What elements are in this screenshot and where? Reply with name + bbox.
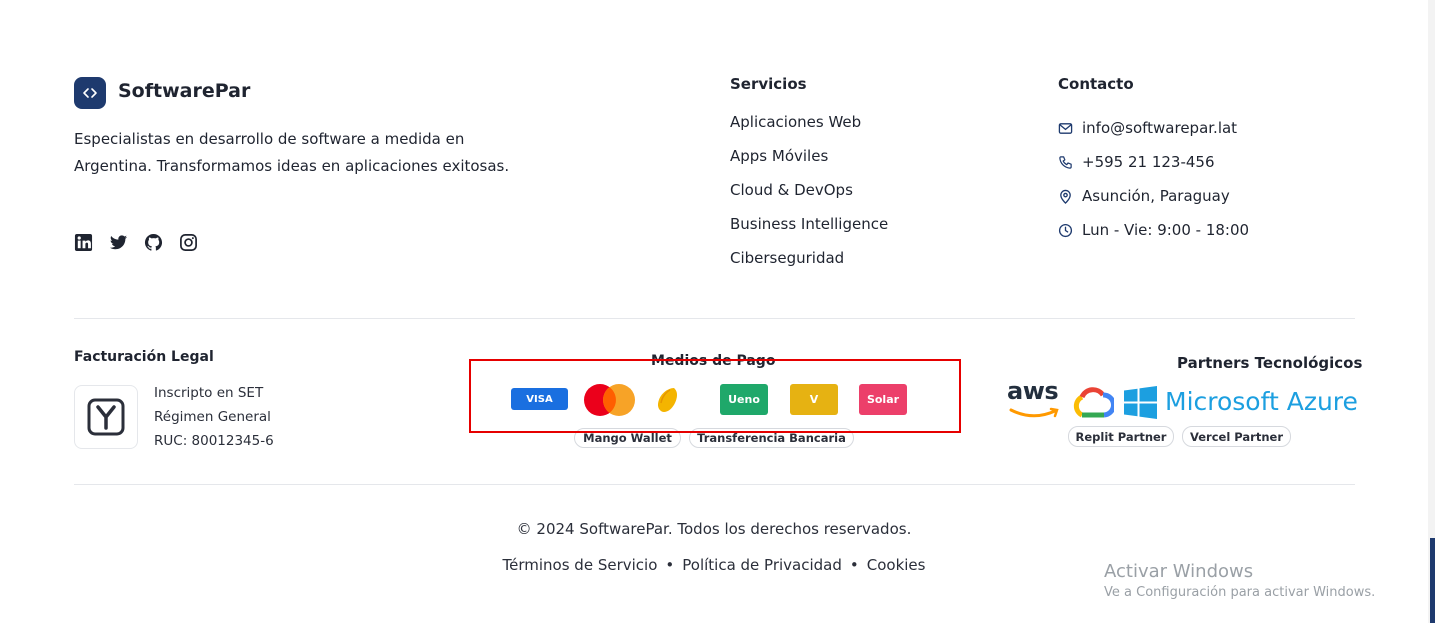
brand-logo[interactable] xyxy=(74,77,106,109)
terms-link[interactable]: Términos de Servicio xyxy=(503,556,658,574)
contact-hours: Lun - Vie: 9:00 - 18:00 xyxy=(1058,213,1249,247)
billing-line: Inscripto en SET xyxy=(154,385,264,401)
divider-bottom xyxy=(74,484,1355,485)
contact-title: Contacto xyxy=(1058,75,1134,93)
aws-logo: aws xyxy=(1007,377,1059,405)
scrollbar-thumb[interactable] xyxy=(1430,538,1435,623)
mail-icon xyxy=(1058,122,1073,134)
services-link-web[interactable]: Aplicaciones Web xyxy=(730,111,888,145)
linkedin-icon[interactable] xyxy=(74,233,93,252)
map-pin-icon xyxy=(1060,189,1071,204)
contact-phone-text: +595 21 123-456 xyxy=(1082,153,1215,171)
set-logo-icon xyxy=(74,385,138,449)
services-link-bi[interactable]: Business Intelligence xyxy=(730,213,888,247)
copyright-text: © 2024 SoftwarePar. Todos los derechos r… xyxy=(516,520,912,538)
clock-icon xyxy=(1058,223,1073,237)
vercel-partner-pill: Vercel Partner xyxy=(1182,426,1291,447)
windows-activation-title: Activar Windows xyxy=(1104,561,1254,582)
contact-email-text: info@softwarepar.lat xyxy=(1082,119,1238,137)
services-link-mobile[interactable]: Apps Móviles xyxy=(730,145,888,179)
billing-line: RUC: 80012345-6 xyxy=(154,433,274,449)
replit-partner-pill: Replit Partner xyxy=(1068,426,1174,447)
contact-location: Asunción, Paraguay xyxy=(1058,179,1249,213)
contact-list: info@softwarepar.lat +595 21 123-456 Asu… xyxy=(1058,111,1249,247)
services-title: Servicios xyxy=(730,75,807,93)
contact-email[interactable]: info@softwarepar.lat xyxy=(1058,111,1249,145)
github-icon[interactable] xyxy=(144,233,163,252)
separator: • xyxy=(665,556,675,574)
divider-top xyxy=(74,318,1355,319)
billing-line: Régimen General xyxy=(154,409,271,425)
contact-phone[interactable]: +595 21 123-456 xyxy=(1058,145,1249,179)
partners-title: Partners Tecnológicos xyxy=(1177,354,1363,372)
contact-hours-text: Lun - Vie: 9:00 - 18:00 xyxy=(1082,221,1250,239)
privacy-link[interactable]: Política de Privacidad xyxy=(682,556,842,574)
billing-title: Facturación Legal xyxy=(74,349,214,365)
brand-name: SoftwarePar xyxy=(118,80,251,102)
azure-logo: Microsoft Azure xyxy=(1165,387,1358,416)
google-cloud-icon xyxy=(1070,385,1116,423)
separator: • xyxy=(849,556,859,574)
twitter-icon[interactable] xyxy=(109,233,128,252)
windows-activation-subtitle: Ve a Configuración para activar Windows. xyxy=(1104,585,1376,600)
cookies-link[interactable]: Cookies xyxy=(867,556,926,574)
highlight-box xyxy=(469,359,961,433)
scrollbar-track[interactable] xyxy=(1428,0,1435,623)
contact-location-text: Asunción, Paraguay xyxy=(1082,187,1230,205)
services-link-cloud[interactable]: Cloud & DevOps xyxy=(730,179,888,213)
instagram-icon[interactable] xyxy=(179,233,198,252)
services-list: Aplicaciones Web Apps Móviles Cloud & De… xyxy=(730,111,888,281)
billing-details: Inscripto en SET Régimen General RUC: 80… xyxy=(154,381,274,453)
windows-icon xyxy=(1124,386,1157,423)
phone-icon xyxy=(1059,155,1072,169)
social-links xyxy=(74,233,198,252)
services-link-security[interactable]: Ciberseguridad xyxy=(730,247,888,281)
brand-description: Especialistas en desarrollo de software … xyxy=(74,130,510,175)
aws-smile-icon xyxy=(1009,406,1061,425)
code-icon xyxy=(83,88,97,98)
